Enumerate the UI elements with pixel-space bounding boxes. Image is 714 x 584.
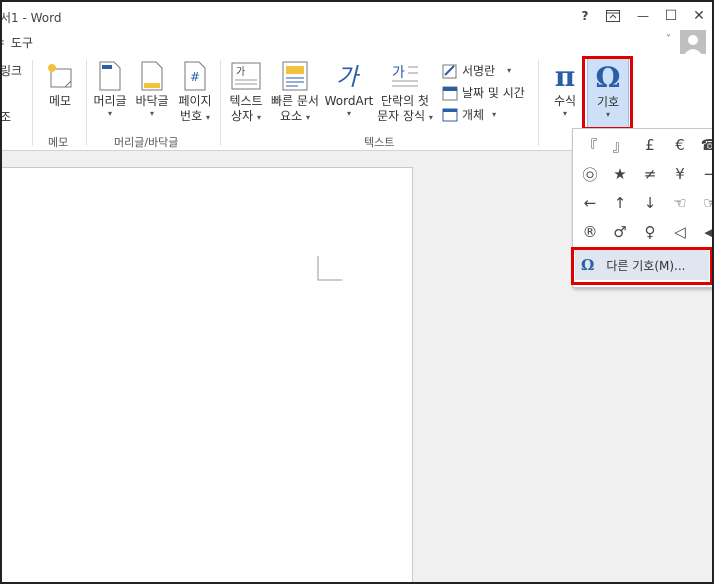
svg-text:가: 가 bbox=[392, 65, 405, 81]
symbol-cell[interactable]: → bbox=[695, 160, 712, 188]
quick-parts-button[interactable]: 빠른 문서 요소 ▾ bbox=[268, 60, 322, 124]
ribbon-display-icon bbox=[606, 10, 620, 22]
symbol-cell[interactable]: ★ bbox=[605, 160, 635, 188]
symbol-cell[interactable]: ☞ bbox=[695, 189, 712, 217]
calendar-icon bbox=[442, 86, 458, 100]
textbox-icon: 가 bbox=[231, 60, 261, 92]
chevron-down-icon: ▾ bbox=[346, 109, 351, 118]
symbol-cell[interactable]: ◀ bbox=[695, 218, 712, 246]
minimize-button[interactable]: — bbox=[632, 6, 654, 26]
object-icon bbox=[442, 108, 458, 121]
cross-reference-button-partial[interactable]: 조 bbox=[2, 108, 11, 125]
svg-text:#: # bbox=[190, 70, 200, 84]
chevron-down-icon: ▾ bbox=[205, 113, 210, 122]
comment-icon bbox=[45, 60, 75, 92]
svg-text:가: 가 bbox=[236, 66, 245, 78]
group-separator bbox=[86, 60, 87, 146]
dropcap-icon: 가 bbox=[390, 60, 420, 92]
footer-icon bbox=[137, 60, 167, 92]
textbox-button[interactable]: 가 텍스트 상자 ▾ bbox=[226, 60, 266, 124]
page-number-button[interactable]: # 페이지 번호 ▾ bbox=[174, 60, 216, 124]
header-button[interactable]: 머리글 ▾ bbox=[90, 60, 130, 119]
group-label-text: 텍스트 bbox=[364, 136, 395, 149]
close-button[interactable]: ✕ bbox=[688, 6, 710, 26]
user-icon bbox=[683, 35, 703, 56]
header-icon bbox=[95, 60, 125, 92]
symbol-cell[interactable]: ㉧ bbox=[575, 160, 605, 188]
symbol-cell[interactable]: ♀ bbox=[635, 218, 665, 246]
expand-chevron-icon[interactable]: ˅ bbox=[666, 34, 671, 45]
pi-icon: π bbox=[554, 59, 576, 93]
chevron-down-icon: ▾ bbox=[562, 109, 567, 118]
wordart-button[interactable]: 가 WordArt ▾ bbox=[324, 60, 374, 119]
symbol-cell[interactable]: ® bbox=[575, 218, 605, 246]
hyperlink-button-partial[interactable]: 링크 bbox=[2, 62, 22, 79]
chevron-down-icon: ▾ bbox=[492, 109, 497, 119]
title-bar: 서1 - Word ? — ☐ ✕ bbox=[2, 2, 712, 32]
chevron-down-icon: ▾ bbox=[507, 65, 512, 75]
window-title: 서1 - Word bbox=[0, 11, 62, 25]
symbol-cell[interactable]: ≠ bbox=[635, 160, 665, 188]
symbol-button-highlight bbox=[582, 56, 633, 130]
context-tab-bar: ㅑ 도구 ˅ bbox=[2, 30, 712, 56]
context-tab-label[interactable]: ㅑ 도구 bbox=[2, 34, 33, 51]
page-number-icon: # bbox=[180, 60, 210, 92]
quick-parts-icon bbox=[280, 60, 310, 92]
ribbon-display-button[interactable] bbox=[602, 6, 624, 26]
symbol-cell[interactable]: ☎ bbox=[695, 131, 712, 159]
footer-button[interactable]: 바닥글 ▾ bbox=[132, 60, 172, 119]
symbol-cell[interactable]: 』 bbox=[605, 131, 635, 159]
symbol-cell[interactable]: 『 bbox=[575, 131, 605, 159]
comment-button[interactable]: 메모 bbox=[40, 60, 80, 109]
symbol-cell[interactable]: € bbox=[665, 131, 695, 159]
chevron-down-icon: ▾ bbox=[149, 109, 154, 118]
group-separator bbox=[32, 60, 33, 146]
dropcap-button[interactable]: 가 단락의 첫 문자 장식 ▾ bbox=[376, 60, 434, 124]
date-time-button[interactable]: 날짜 및 시간 bbox=[442, 84, 525, 101]
wordart-icon: 가 bbox=[334, 60, 364, 92]
symbol-cell[interactable]: ↓ bbox=[635, 189, 665, 217]
avatar[interactable] bbox=[680, 30, 706, 56]
word-window: 서1 - Word ? — ☐ ✕ ㅑ 도구 ˅ 링크 조 메모 메모 bbox=[0, 0, 714, 584]
symbol-cell[interactable]: £ bbox=[635, 131, 665, 159]
group-separator bbox=[538, 60, 539, 146]
group-label-header-footer: 머리글/바닥글 bbox=[114, 136, 179, 149]
object-button[interactable]: 개체 ▾ bbox=[442, 106, 496, 123]
chevron-down-icon: ▾ bbox=[256, 113, 261, 122]
symbol-cell[interactable]: ◁ bbox=[665, 218, 695, 246]
symbol-cell[interactable]: ☜ bbox=[665, 189, 695, 217]
symbol-cell[interactable]: ¥ bbox=[665, 160, 695, 188]
svg-text:가: 가 bbox=[336, 63, 361, 91]
group-label-comments: 메모 bbox=[48, 136, 69, 149]
symbol-dropdown-panel: 『』£€☎㉧★≠¥→←↑↓☜☞®♂♀◁◀ Ω 다른 기호(M)... bbox=[571, 128, 712, 288]
document-page[interactable] bbox=[2, 167, 413, 582]
chevron-down-icon: ▾ bbox=[107, 109, 112, 118]
chevron-down-icon: ▾ bbox=[305, 113, 310, 122]
help-button[interactable]: ? bbox=[574, 6, 596, 26]
equation-button[interactable]: π 수식 ▾ bbox=[546, 60, 584, 119]
more-symbols-highlight bbox=[571, 247, 712, 285]
group-separator bbox=[220, 60, 221, 146]
symbol-cell[interactable]: ↑ bbox=[605, 189, 635, 217]
margin-corner-mark bbox=[317, 256, 342, 281]
signature-line-button[interactable]: 서명란 ▾ bbox=[442, 62, 511, 79]
symbol-cell[interactable]: ♂ bbox=[605, 218, 635, 246]
chevron-down-icon: ▾ bbox=[428, 113, 433, 122]
maximize-button[interactable]: ☐ bbox=[660, 6, 682, 26]
signature-icon bbox=[442, 64, 457, 78]
symbol-cell[interactable]: ← bbox=[575, 189, 605, 217]
